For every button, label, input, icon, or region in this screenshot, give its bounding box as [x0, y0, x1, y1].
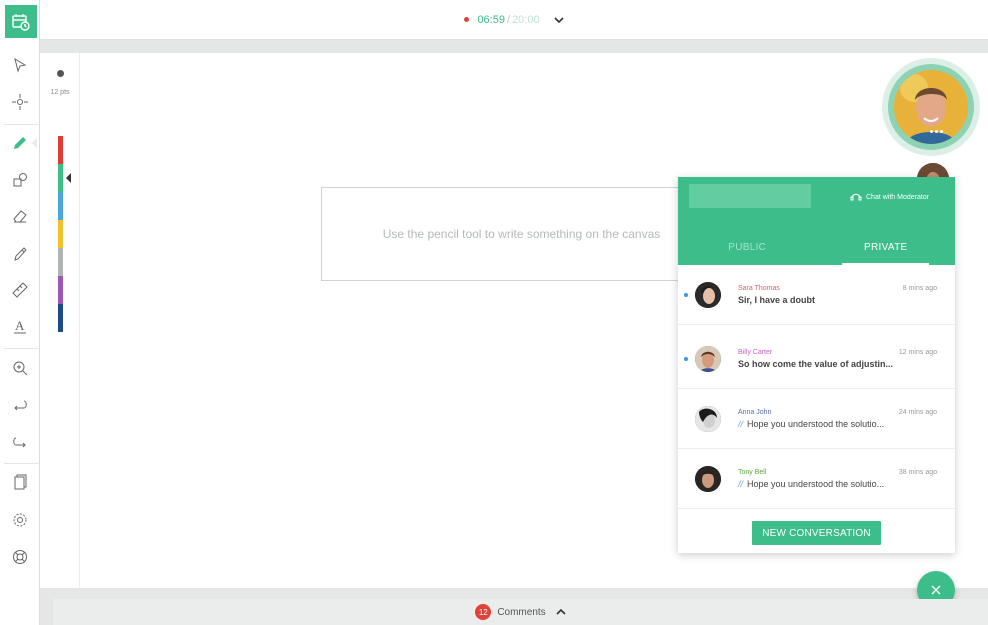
selected-color-caret [66, 173, 71, 183]
timer-total: 20:00 [512, 13, 540, 26]
conversation-name: Sara Thomas [738, 285, 780, 292]
session-timer-bar: 06:59 / 20:00 [40, 0, 988, 40]
tool-sidebar: A [0, 0, 40, 625]
double-check-icon: // [738, 419, 744, 429]
svg-text:A: A [15, 318, 25, 333]
conversation-message: So how come the value of adjustin... [738, 359, 894, 369]
highlighter-icon[interactable] [0, 236, 40, 272]
brush-size-label: 12 pts [50, 89, 70, 96]
chat-with-moderator-button[interactable]: Chat with Moderator [850, 191, 929, 203]
new-conversation-button[interactable]: NEW CONVERSATION [752, 521, 881, 545]
chat-search-input[interactable] [689, 184, 811, 208]
conversation-time: 24 mins ago [898, 409, 937, 416]
brush-size-indicator[interactable] [57, 70, 64, 77]
tab-public[interactable]: PUBLIC [678, 239, 817, 265]
brush-options-panel: 12 pts [40, 53, 80, 588]
color-swatch-gray[interactable] [58, 248, 63, 276]
pencil-icon[interactable] [0, 125, 40, 161]
headset-icon [850, 193, 862, 201]
comments-bar[interactable]: 12 Comments [53, 599, 988, 625]
conversation-name: Billy Carter [738, 349, 773, 356]
conversation-item[interactable]: Billy Carter 12 mins ago So how come the… [678, 329, 955, 389]
eraser-icon[interactable] [0, 198, 40, 234]
conversation-time: 38 mins ago [898, 469, 937, 476]
avatar [695, 282, 721, 308]
canvas-hint: Use the pencil tool to write something o… [321, 187, 721, 281]
redo-icon[interactable] [0, 424, 40, 460]
color-swatch-blue[interactable] [58, 192, 63, 220]
conversation-message: Hope you understood the solutio... [747, 419, 885, 429]
chat-header: Chat with Moderator PUBLIC PRIVATE [678, 177, 955, 265]
canvas-hint-text: Use the pencil tool to write something o… [382, 227, 661, 241]
conversation-message-row: //Hope you understood the solutio... [738, 419, 884, 429]
unread-indicator [684, 293, 688, 297]
text-icon[interactable]: A [0, 308, 40, 344]
avatar [695, 346, 721, 372]
conversation-name: Tony Bell [738, 469, 767, 476]
pages-icon[interactable] [0, 465, 40, 501]
conversation-message: Hope you understood the solutio... [747, 479, 885, 489]
tab-private[interactable]: PRIVATE [817, 239, 956, 265]
timer-separator: / [506, 13, 511, 26]
conversation-time: 8 mins ago [902, 285, 937, 292]
unread-indicator [684, 357, 688, 361]
conversation-item[interactable]: Sara Thomas 8 mins ago Sir, I have a dou… [678, 265, 955, 325]
double-check-icon: // [738, 479, 744, 489]
shapes-icon[interactable] [0, 162, 40, 198]
conversation-item[interactable]: Anna John 24 mins ago //Hope you underst… [678, 389, 955, 449]
comments-label: Comments [497, 606, 546, 618]
comments-count-badge: 12 [475, 604, 492, 620]
video-feed[interactable] [882, 58, 980, 156]
color-swatch-red[interactable] [58, 136, 63, 164]
moderator-label: Chat with Moderator [866, 193, 930, 201]
zoom-in-icon[interactable] [0, 350, 40, 386]
color-swatch-navy[interactable] [58, 304, 63, 332]
conversation-name: Anna John [738, 409, 772, 416]
move-icon[interactable] [0, 84, 40, 120]
conversation-message: Sir, I have a doubt [738, 295, 816, 305]
recording-indicator [464, 17, 470, 22]
more-options-icon[interactable] [930, 130, 946, 134]
color-swatch-yellow[interactable] [58, 220, 63, 248]
conversation-item[interactable]: Tony Bell 38 mins ago //Hope you underst… [678, 449, 955, 509]
conversation-message-row: //Hope you understood the solutio... [738, 479, 884, 489]
help-icon[interactable] [0, 539, 40, 575]
calendar-clock-icon[interactable] [5, 5, 37, 38]
color-swatch-green[interactable] [58, 164, 63, 192]
close-icon [931, 585, 941, 595]
avatar [695, 466, 721, 492]
chevron-up-icon[interactable] [556, 608, 566, 616]
conversation-time: 12 mins ago [898, 349, 937, 356]
chevron-down-icon[interactable] [553, 16, 564, 24]
select-icon[interactable] [0, 47, 40, 83]
chat-panel: Chat with Moderator PUBLIC PRIVATE Sara … [678, 177, 955, 553]
timer-elapsed: 06:59 [477, 13, 505, 26]
settings-icon[interactable] [0, 502, 40, 538]
avatar [695, 406, 721, 432]
color-swatch-purple[interactable] [58, 276, 63, 304]
ruler-icon[interactable] [0, 272, 40, 308]
undo-icon[interactable] [0, 387, 40, 423]
